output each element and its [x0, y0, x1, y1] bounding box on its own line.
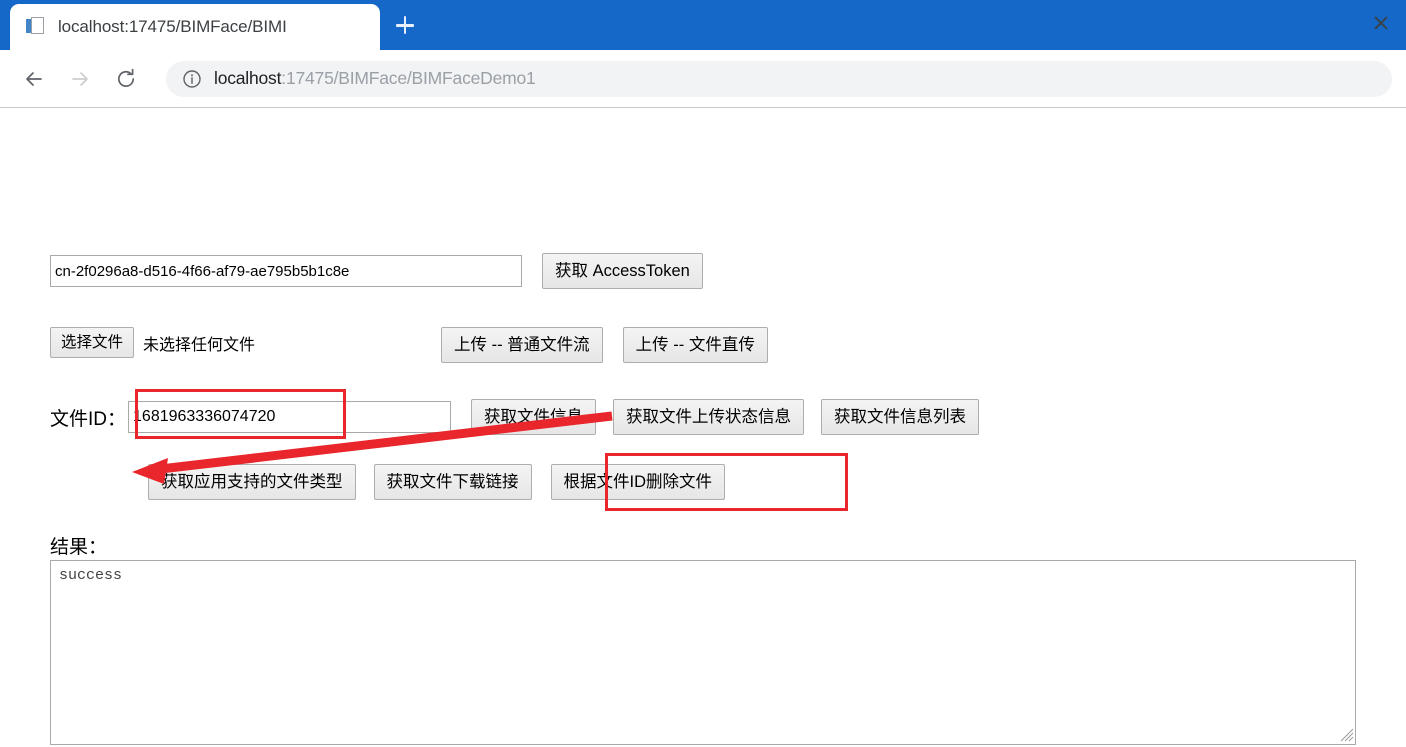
get-upload-status-button[interactable]: 获取文件上传状态信息: [613, 399, 805, 435]
back-arrow-icon: [26, 71, 42, 86]
info-circle-icon[interactable]: [182, 69, 202, 89]
forward-arrow-icon: [72, 71, 88, 86]
address-bar-url: localhost:17475/BIMFace/BIMFaceDemo1: [214, 68, 536, 89]
back-button[interactable]: [14, 59, 54, 99]
access-token-row: 获取 AccessToken: [50, 253, 703, 289]
result-label: 结果：: [50, 537, 108, 558]
selected-file-status: 未选择任何文件: [143, 336, 256, 354]
browser-toolbar: localhost:17475/BIMFace/BIMFaceDemo1: [0, 50, 1406, 108]
page-document-icon: [26, 16, 46, 38]
file-id-input[interactable]: [128, 401, 452, 433]
get-supported-file-types-button[interactable]: 获取应用支持的文件类型: [148, 464, 356, 500]
result-label-row: 结果：: [50, 532, 107, 559]
get-file-info-list-button[interactable]: 获取文件信息列表: [821, 399, 980, 435]
file-upload-row: 选择文件 未选择任何文件: [50, 327, 255, 358]
file-action-row: 获取应用支持的文件类型 获取文件下载链接 根据文件ID删除文件: [148, 464, 725, 500]
file-id-label: 文件ID：: [50, 408, 127, 430]
browser-tab-strip: localhost:17475/BIMFace/BIMI: [0, 0, 1406, 50]
forward-button[interactable]: [60, 59, 100, 99]
browser-tab-title: localhost:17475/BIMFace/BIMI: [58, 17, 287, 36]
file-id-row: 文件ID： 获取文件信息 获取文件上传状态信息 获取文件信息列表: [50, 399, 980, 435]
address-bar-path: :17475/BIMFace/BIMFaceDemo1: [281, 68, 536, 88]
address-bar[interactable]: localhost:17475/BIMFace/BIMFaceDemo1: [166, 60, 1392, 97]
choose-file-button[interactable]: 选择文件: [50, 327, 135, 358]
get-access-token-button[interactable]: 获取 AccessToken: [542, 253, 703, 289]
page-content: 获取 AccessToken 选择文件 未选择任何文件 上传 -- 普通文件流 …: [0, 108, 1406, 745]
browser-tab[interactable]: localhost:17475/BIMFace/BIMI: [10, 4, 380, 50]
upload-buttons-group: 上传 -- 普通文件流 上传 -- 文件直传: [441, 327, 768, 363]
close-icon[interactable]: [1370, 12, 1392, 34]
upload-stream-button[interactable]: 上传 -- 普通文件流: [441, 327, 603, 363]
get-file-info-button[interactable]: 获取文件信息: [471, 399, 597, 435]
new-tab-button[interactable]: [388, 8, 422, 42]
result-textarea[interactable]: [50, 560, 1356, 745]
delete-file-by-id-button[interactable]: 根据文件ID删除文件: [550, 464, 725, 500]
reload-icon: [118, 68, 135, 87]
reload-button[interactable]: [106, 59, 146, 99]
access-token-input[interactable]: [50, 255, 522, 287]
get-download-link-button[interactable]: 获取文件下载链接: [373, 464, 532, 500]
upload-direct-button[interactable]: 上传 -- 文件直传: [622, 327, 768, 363]
address-bar-host: localhost: [214, 68, 282, 88]
